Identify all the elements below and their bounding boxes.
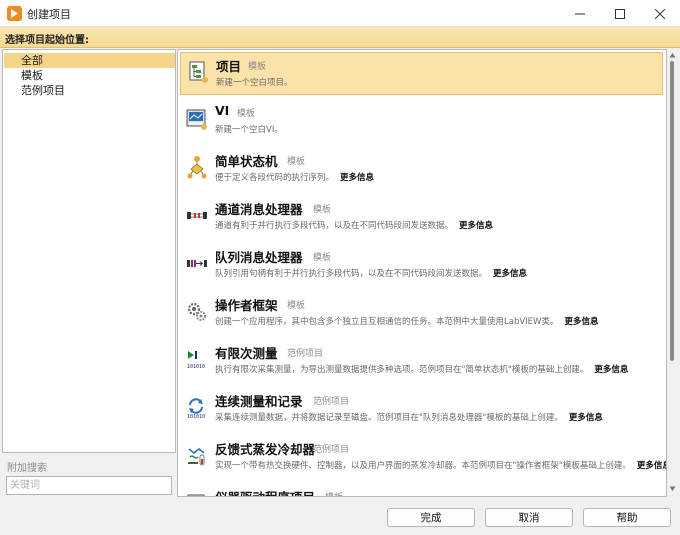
svg-text:101010: 101010 bbox=[187, 414, 205, 419]
project-item-name: 连续测量和记录 bbox=[215, 394, 303, 409]
project-list-scrollbar[interactable] bbox=[667, 49, 678, 497]
project-item-type: 模板 bbox=[248, 62, 267, 72]
more-info-link[interactable]: 更多信息 bbox=[493, 269, 527, 279]
project-item-name: 队列消息处理器 bbox=[215, 250, 303, 265]
project-item-blank-project[interactable]: 项目 模板 新建一个空白项目。 bbox=[180, 52, 663, 95]
cooler-icon bbox=[188, 447, 205, 466]
tree-item-all[interactable]: 全部 bbox=[4, 53, 175, 68]
additional-search-label: 附加搜索 bbox=[7, 463, 47, 474]
project-item-description: 执行有限次采集测量，为导出测量数据提供多种选项。范例项目在"简单状态机"模板的基… bbox=[215, 363, 628, 375]
description-text: 新建一个空白VI。 bbox=[215, 125, 283, 135]
project-item-type: 模板 bbox=[313, 253, 332, 263]
description-text: 队列引用句柄有利于并行执行多段代码，以及在不同代码段间发送数据。 bbox=[215, 269, 488, 279]
project-item-actor-framework[interactable]: 操作者框架 模板 创建一个应用程序，其中包含多个独立且互相通信的任务。本范例中大… bbox=[180, 292, 663, 335]
queue-handler-icon bbox=[187, 260, 207, 267]
description-text: 通道有利于并行执行多段代码，以及在不同代码段间发送数据。 bbox=[215, 221, 454, 231]
channel-handler-icon bbox=[187, 212, 207, 219]
scroll-up-arrow-icon[interactable] bbox=[669, 52, 676, 59]
window-title: 创建项目 bbox=[27, 8, 71, 21]
maximize-button[interactable] bbox=[600, 0, 640, 27]
description-text: 新建一个空白项目。 bbox=[216, 78, 293, 88]
additional-search: 附加搜索 bbox=[2, 455, 176, 497]
more-info-link[interactable]: 更多信息 bbox=[340, 173, 374, 183]
minimize-button[interactable] bbox=[560, 0, 600, 27]
project-item-continuous-measurement-logging[interactable]: 101010 连续测量和记录 范例项目 采集连续测量数据，并将数据记录至磁盘。范… bbox=[180, 388, 663, 431]
project-item-description: 通道有利于并行执行多段代码，以及在不同代码段间发送数据。 更多信息 bbox=[215, 219, 493, 231]
description-text: 便于定义各段代码的执行序列。 bbox=[215, 173, 335, 183]
project-item-name: 操作者框架 bbox=[215, 298, 278, 313]
project-item-type: 模板 bbox=[325, 490, 343, 496]
scroll-thumb[interactable] bbox=[670, 61, 674, 361]
description-text: 采集连续测量数据，并将数据记录至磁盘。范例项目在"队列消息处理器"模板的基础上创… bbox=[215, 413, 563, 423]
project-item-name: 反馈式蒸发冷却器 bbox=[215, 442, 316, 457]
continuous-logging-icon: 101010 bbox=[187, 398, 205, 419]
create-project-dialog: 创建项目 选择项目起始位置: 全部 模板 范例项目 附加搜索 关键词 项目 模板… bbox=[0, 0, 680, 535]
help-button[interactable]: 帮助 bbox=[583, 508, 671, 527]
maximize-icon bbox=[615, 8, 625, 19]
start-location-label: 选择项目起始位置: bbox=[5, 35, 89, 46]
tree-item-sample-projects[interactable]: 范例项目 bbox=[4, 83, 175, 98]
more-info-link[interactable]: 更多信息 bbox=[594, 365, 628, 375]
description-text: 实现一个带有热交换硬件、控制器，以及用户界面的蒸发冷却器。本范例项目在"操作者框… bbox=[215, 461, 631, 471]
project-item-finite-measurement[interactable]: 101010 有限次测量 范例项目 执行有限次采集测量，为导出测量数据提供多种选… bbox=[180, 340, 663, 383]
actor-framework-icon bbox=[187, 302, 206, 321]
more-info-link[interactable]: 更多信息 bbox=[564, 317, 598, 327]
project-item-name: 通道消息处理器 bbox=[215, 202, 303, 217]
labview-app-icon bbox=[7, 6, 22, 21]
project-item-name: 仪器驱动程序项目 bbox=[215, 487, 315, 496]
project-item-description: 新建一个空白VI。 bbox=[215, 123, 283, 135]
instrument-driver-icon bbox=[187, 494, 205, 496]
project-item-type: 范例项目 bbox=[287, 349, 324, 359]
start-location-header: 选择项目起始位置: bbox=[0, 27, 680, 48]
project-item-name: 有限次测量 bbox=[215, 346, 278, 361]
close-button[interactable] bbox=[640, 0, 680, 27]
project-item-blank-vi[interactable]: VI 模板 新建一个空白VI。 bbox=[180, 100, 663, 143]
title-bar: 创建项目 bbox=[0, 0, 680, 27]
project-item-description: 创建一个应用程序，其中包含多个独立且互相通信的任务。本范例中大量使用LabVIE… bbox=[215, 315, 598, 327]
project-item-type: 模板 bbox=[287, 157, 306, 167]
project-item-name: 项目 bbox=[216, 59, 242, 74]
svg-text:101010: 101010 bbox=[187, 364, 205, 370]
more-info-link[interactable]: 更多信息 bbox=[459, 221, 493, 231]
project-item-type: 模板 bbox=[237, 109, 256, 119]
more-info-link[interactable]: 更多信息 bbox=[637, 461, 666, 471]
project-item-type: 范例项目 bbox=[313, 445, 350, 455]
project-item-channel-message-handler[interactable]: 通道消息处理器 模板 通道有利于并行执行多段代码，以及在不同代码段间发送数据。更… bbox=[180, 196, 663, 239]
category-tree: 全部 模板 范例项目 bbox=[2, 49, 176, 453]
description-text: 执行有限次采集测量，为导出测量数据提供多种选项。范例项目在"简单状态机"模板的基… bbox=[215, 365, 589, 375]
more-info-link[interactable]: 更多信息 bbox=[569, 413, 603, 423]
vi-icon bbox=[186, 109, 207, 130]
finish-button[interactable]: 完成 bbox=[387, 508, 475, 527]
project-item-type: 范例项目 bbox=[313, 397, 350, 407]
project-item-instrument-driver[interactable]: 仪器驱动程序项目 模板 bbox=[180, 484, 663, 496]
close-icon bbox=[655, 8, 665, 19]
tree-item-templates[interactable]: 模板 bbox=[4, 68, 175, 83]
minimize-icon bbox=[575, 13, 585, 14]
project-item-queued-message-handler[interactable]: 队列消息处理器 模板 队列引用句柄有利于并行执行多段代码，以及在不同代码段间发送… bbox=[180, 244, 663, 287]
scroll-down-arrow-icon[interactable] bbox=[669, 485, 676, 492]
project-item-description: 队列引用句柄有利于并行执行多段代码，以及在不同代码段间发送数据。 更多信息 bbox=[215, 267, 527, 279]
project-item-description: 便于定义各段代码的执行序列。 更多信息 bbox=[215, 171, 374, 183]
project-item-type: 模板 bbox=[313, 205, 332, 215]
cancel-button[interactable]: 取消 bbox=[485, 508, 573, 527]
project-item-simple-state-machine[interactable]: 简单状态机 模板 便于定义各段代码的执行序列。 更多信息 bbox=[180, 148, 663, 191]
finite-measurement-icon: 101010 bbox=[187, 351, 205, 370]
project-item-description: 采集连续测量数据，并将数据记录至磁盘。范例项目在"队列消息处理器"模板的基础上创… bbox=[215, 411, 603, 423]
project-icon bbox=[189, 61, 208, 83]
project-item-name: 简单状态机 bbox=[215, 154, 278, 169]
description-text: 创建一个应用程序，其中包含多个独立且互相通信的任务。本范例中大量使用LabVIE… bbox=[215, 317, 559, 327]
project-list: 项目 模板 新建一个空白项目。 VI 模板 新建一个空白VI。 简单状态机 模板… bbox=[177, 49, 667, 497]
project-item-feedback-evaporative-cooler[interactable]: 反馈式蒸发冷却器 范例项目 实现一个带有热交换硬件、控制器，以及用户界面的蒸发冷… bbox=[180, 436, 666, 479]
project-item-name: VI bbox=[215, 103, 230, 118]
state-machine-icon bbox=[187, 156, 207, 179]
project-item-description: 实现一个带有热交换硬件、控制器，以及用户界面的蒸发冷却器。本范例项目在"操作者框… bbox=[215, 459, 666, 471]
project-item-type: 模板 bbox=[287, 301, 306, 311]
project-item-description: 新建一个空白项目。 bbox=[216, 76, 293, 88]
keyword-search-input[interactable] bbox=[6, 476, 172, 495]
